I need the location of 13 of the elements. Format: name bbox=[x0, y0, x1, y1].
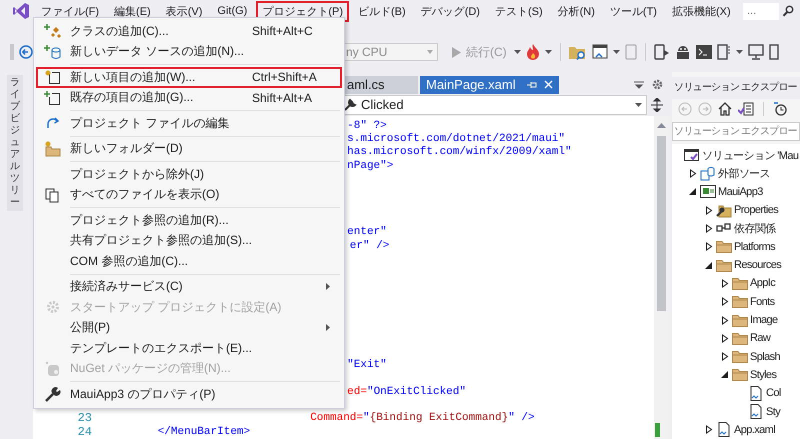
code-line: s.microsoft.com/dotnet/2021/maui" bbox=[347, 133, 565, 146]
panel-title: ソリューション エクスプロー bbox=[672, 77, 800, 99]
line-number: 24 bbox=[78, 424, 92, 439]
code-line: Command="{Binding ExitCommand}" /> bbox=[310, 412, 535, 426]
code-line: enter" bbox=[347, 226, 387, 240]
code-line: "Exit" bbox=[347, 359, 387, 373]
code-line: ed="OnExitClicked" bbox=[347, 386, 466, 400]
code-line: has.microsoft.com/winfx/2009/xaml" bbox=[347, 146, 572, 160]
code-line: -8" ?> bbox=[347, 120, 387, 133]
code-line: </MenuBarItem> bbox=[158, 426, 250, 439]
code-line: er" /> bbox=[350, 240, 390, 253]
code-line: nPage"> bbox=[347, 160, 394, 174]
line-number: 23 bbox=[78, 411, 92, 426]
